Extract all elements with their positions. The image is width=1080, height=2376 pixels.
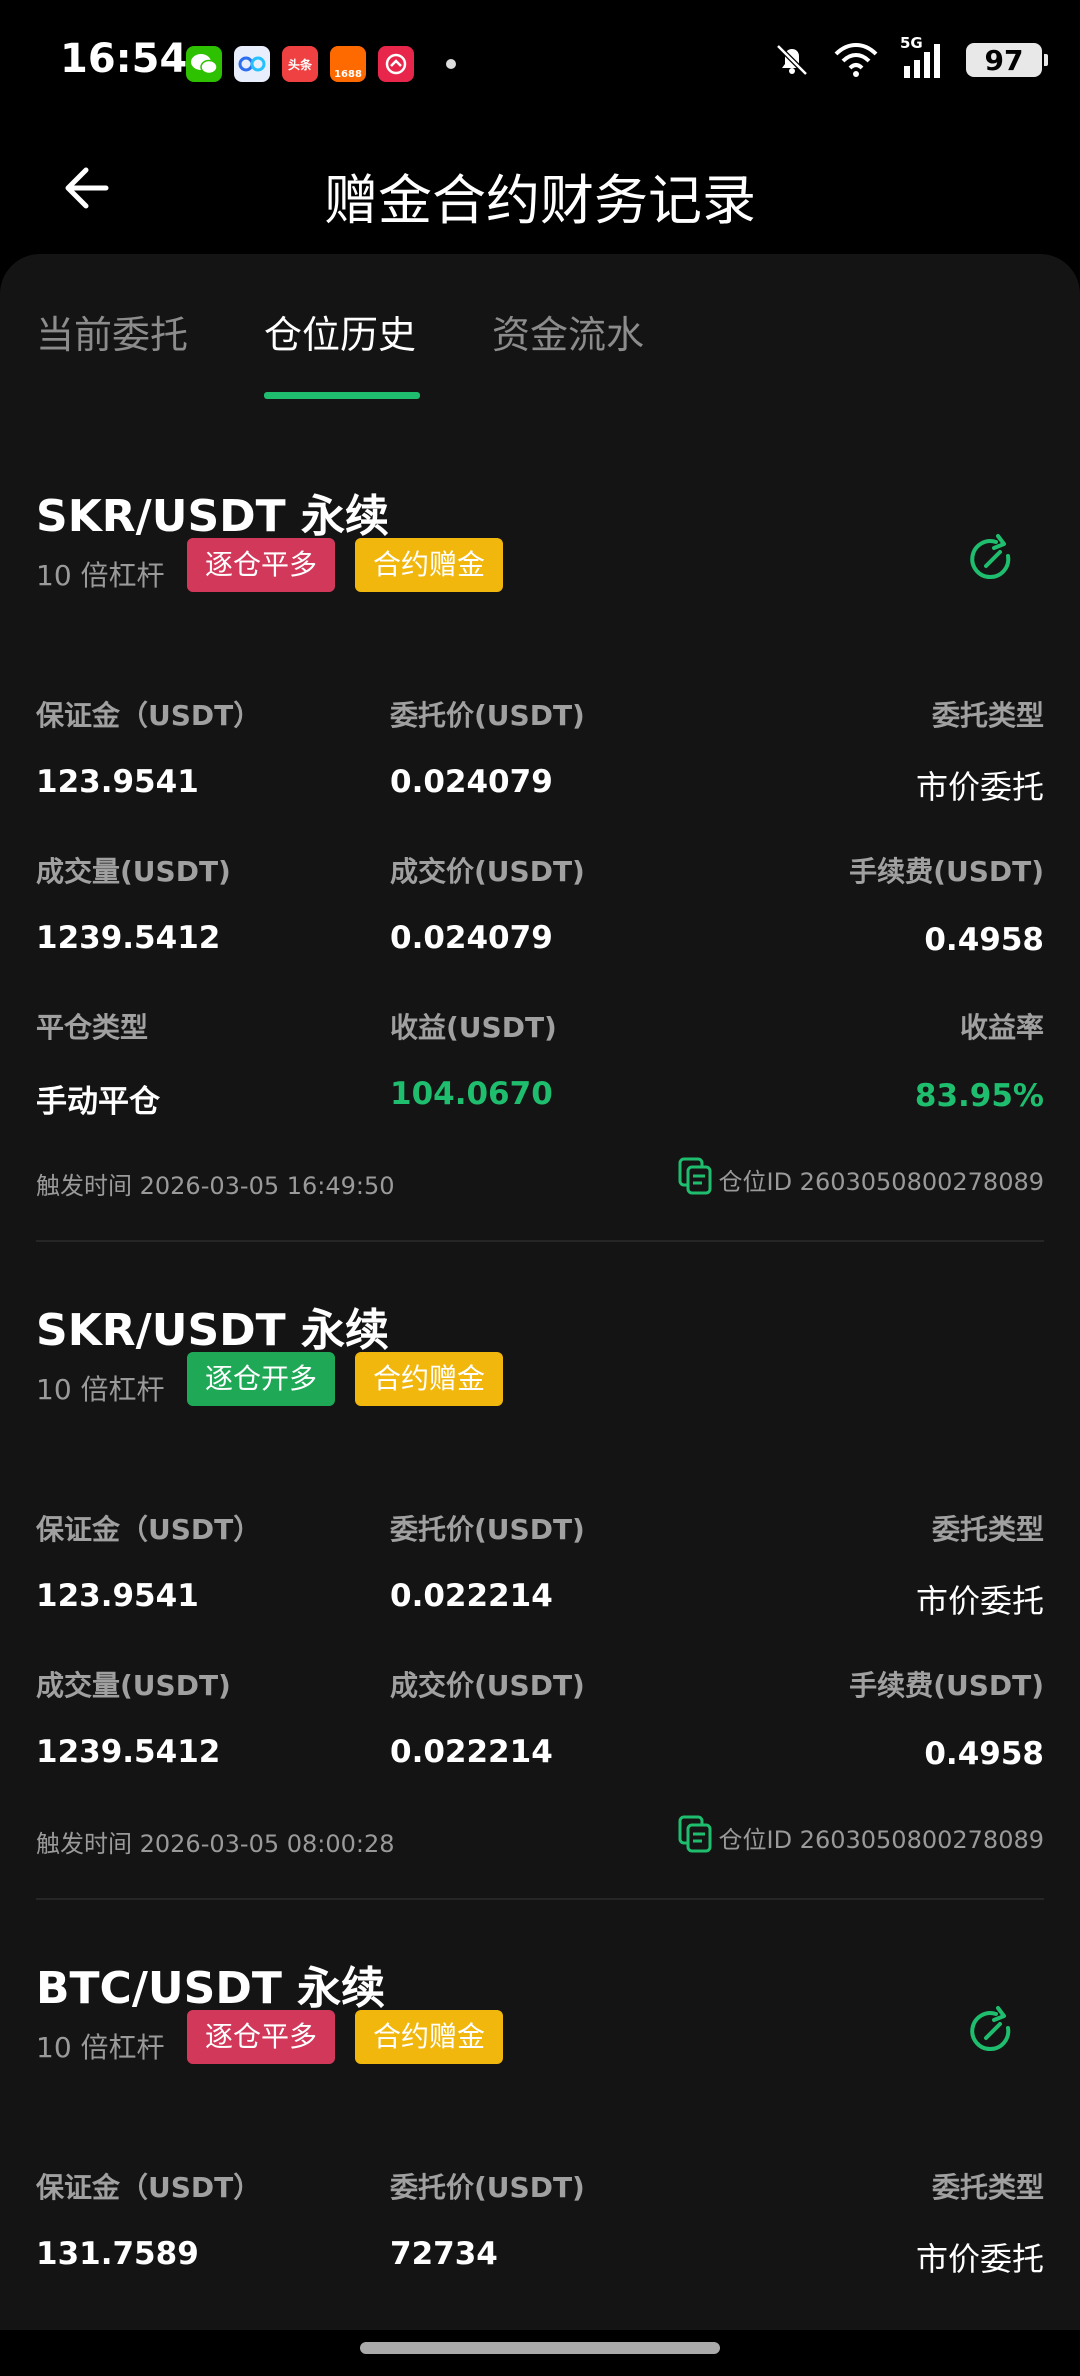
- toutiao-icon: 头条: [282, 46, 318, 82]
- order-price-value: 0.022214: [390, 1578, 553, 1614]
- notification-app-icons: 头条 1688: [186, 46, 456, 82]
- fee-value: 0.4958: [924, 1736, 1044, 1772]
- margin-value: 123.9541: [36, 1578, 199, 1614]
- order-type-label: 委托类型: [931, 2171, 1044, 2204]
- fill-price-value: 0.022214: [390, 1734, 553, 1770]
- fee-label: 手续费(USDT): [849, 855, 1044, 888]
- tab-bar: 当前委托 仓位历史 资金流水: [0, 254, 1080, 404]
- trigger-time: 触发时间 2026-03-05 16:49:50: [36, 1172, 395, 1200]
- copy-icon[interactable]: [676, 1814, 716, 1854]
- close-type-value: 手动平仓: [36, 1084, 160, 1120]
- fill-price-label: 成交价(USDT): [390, 855, 585, 888]
- status-time: 16:54: [60, 36, 188, 82]
- close-type-label: 平仓类型: [36, 1011, 149, 1044]
- margin-label: 保证金（USDT）: [36, 699, 262, 732]
- bonus-tag: 合约赠金: [355, 538, 504, 592]
- record-divider: [36, 1240, 1044, 1242]
- margin-value: 131.7589: [36, 2236, 199, 2272]
- content-panel: 当前委托 仓位历史 资金流水 SKR/USDT 永续 10 倍杠杆 逐仓平多 合…: [0, 254, 1080, 2330]
- record-card[interactable]: BTC/USDT 永续 10 倍杠杆 逐仓平多 合约赠金 保证金（USDT） 委…: [36, 1952, 1044, 2330]
- home-indicator[interactable]: [360, 2342, 720, 2354]
- order-type-label: 委托类型: [931, 1513, 1044, 1546]
- roi-value: 83.95%: [914, 1078, 1044, 1114]
- toutiao-label: 头条: [287, 57, 312, 72]
- trading-pair: SKR/USDT 永续: [36, 1305, 390, 1356]
- battery-indicator: 97: [966, 43, 1048, 77]
- order-type-value: 市价委托: [915, 768, 1044, 806]
- fill-price-value: 0.024079: [390, 920, 553, 956]
- mute-bell-icon: [776, 44, 808, 76]
- share-icon[interactable]: [964, 532, 1020, 588]
- volume-label: 成交量(USDT): [36, 1669, 231, 1702]
- order-type-label: 委托类型: [931, 699, 1044, 732]
- page-title: 赠金合约财务记录: [324, 169, 756, 232]
- bonus-tag: 合约赠金: [355, 2010, 504, 2064]
- margin-value: 123.9541: [36, 764, 199, 800]
- roi-label: 收益率: [959, 1011, 1044, 1044]
- pnl-value: 104.0670: [390, 1076, 553, 1112]
- system-icons: 5G 97: [772, 34, 1048, 80]
- wechat-icon: [186, 46, 222, 82]
- trigger-time: 触发时间 2026-03-05 08:00:28: [36, 1830, 395, 1858]
- cellular-signal-icon: 5G: [900, 34, 946, 80]
- share-icon[interactable]: [964, 2004, 1020, 2060]
- volume-label: 成交量(USDT): [36, 855, 231, 888]
- tab-position-history[interactable]: 仓位历史: [264, 304, 416, 359]
- order-price-label: 委托价(USDT): [390, 699, 585, 732]
- pnl-label: 收益(USDT): [390, 1011, 557, 1044]
- trading-pair: SKR/USDT 永续: [36, 491, 390, 542]
- alibaba-1688-icon: 1688: [330, 46, 366, 82]
- order-price-value: 0.024079: [390, 764, 553, 800]
- leverage-label: 10 倍杠杆: [36, 559, 165, 592]
- side-tag: 逐仓开多: [187, 1352, 336, 1406]
- order-price-value: 72734: [390, 2236, 498, 2272]
- record-divider: [36, 1898, 1044, 1900]
- record-card[interactable]: SKR/USDT 永续 10 倍杠杆 逐仓平多 合约赠金 保证金（USDT） 委…: [36, 480, 1044, 1420]
- wifi-icon: [834, 43, 878, 77]
- tab-fund-flow[interactable]: 资金流水: [492, 304, 644, 359]
- alibaba-1688-label: 1688: [334, 69, 362, 80]
- record-card[interactable]: SKR/USDT 永续 10 倍杠杆 逐仓开多 合约赠金 保证金（USDT） 委…: [36, 1294, 1044, 1914]
- volume-value: 1239.5412: [36, 1734, 221, 1770]
- status-bar: 16:54 头条 1688 5G 97: [0, 0, 1080, 130]
- position-id: 仓位ID 2603050800278089: [718, 1168, 1045, 1196]
- tab-current-orders[interactable]: 当前委托: [36, 304, 188, 359]
- page-header: 赠金合约财务记录: [0, 130, 1080, 250]
- volume-value: 1239.5412: [36, 920, 221, 956]
- order-type-value: 市价委托: [915, 1582, 1044, 1620]
- bonus-tag: 合约赠金: [355, 1352, 504, 1406]
- active-tab-indicator: [264, 392, 420, 399]
- app-red-icon: [378, 46, 414, 82]
- more-notifications-dot: [446, 59, 456, 69]
- position-id: 仓位ID 2603050800278089: [718, 1826, 1045, 1854]
- fill-price-label: 成交价(USDT): [390, 1669, 585, 1702]
- fee-label: 手续费(USDT): [849, 1669, 1044, 1702]
- baidu-netdisk-icon: [234, 46, 270, 82]
- leverage-label: 10 倍杠杆: [36, 2031, 165, 2064]
- side-tag: 逐仓平多: [187, 538, 336, 592]
- margin-label: 保证金（USDT）: [36, 1513, 262, 1546]
- order-type-value: 市价委托: [915, 2240, 1044, 2278]
- fee-value: 0.4958: [924, 922, 1044, 958]
- side-tag: 逐仓平多: [187, 2010, 336, 2064]
- copy-icon[interactable]: [676, 1156, 716, 1196]
- order-price-label: 委托价(USDT): [390, 2171, 585, 2204]
- network-type-label: 5G: [900, 34, 923, 52]
- order-price-label: 委托价(USDT): [390, 1513, 585, 1546]
- margin-label: 保证金（USDT）: [36, 2171, 262, 2204]
- leverage-label: 10 倍杠杆: [36, 1373, 165, 1406]
- trading-pair: BTC/USDT 永续: [36, 1963, 386, 2014]
